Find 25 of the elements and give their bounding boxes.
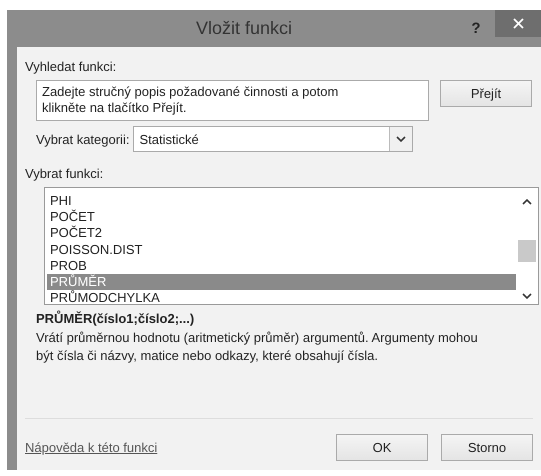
window-title: Vložit funkci (194, 18, 294, 39)
close-button[interactable] (495, 10, 541, 37)
function-item[interactable]: PHI (47, 193, 516, 210)
chevron-down-icon (396, 136, 406, 142)
search-label: Vyhledat funkci: (25, 58, 116, 74)
help-button[interactable]: ? (461, 20, 491, 37)
function-description: Vrátí průměrnou hodnotu (aritmetický průměr) argumentů. Argumenty mohou být čísla či názvy, matice nebo odkazy, které obsahují čísla. (36, 329, 479, 365)
ok-button[interactable]: OK (336, 434, 428, 461)
close-icon (512, 18, 524, 29)
function-item[interactable]: POČET2 (47, 225, 516, 242)
function-item[interactable]: PROB (47, 258, 516, 274)
help-link[interactable]: Nápověda k této funkci (25, 440, 158, 455)
scrollbar-thumb[interactable] (518, 240, 536, 262)
go-button[interactable]: Přejít (440, 80, 532, 107)
category-dropdown[interactable]: Statistické (133, 126, 414, 152)
function-item[interactable]: POČET (47, 209, 516, 226)
category-label: Vybrat kategorii: (36, 132, 130, 146)
function-item[interactable]: PRŮMODCHYLKA (47, 290, 516, 306)
cancel-button[interactable]: Storno (441, 434, 533, 461)
scroll-up-icon[interactable] (521, 198, 533, 206)
scroll-down-icon[interactable] (521, 292, 533, 300)
function-item[interactable]: POISSON.DIST (47, 242, 516, 258)
search-field[interactable]: Zadejte stručný popis požadované činnosti a potom klikněte na tlačítko Přejít. (36, 80, 429, 121)
function-signature: PRŮMĚR(číslo1;číslo2;...) (36, 311, 194, 326)
function-list-label: Vybrat funkci: (25, 166, 104, 181)
